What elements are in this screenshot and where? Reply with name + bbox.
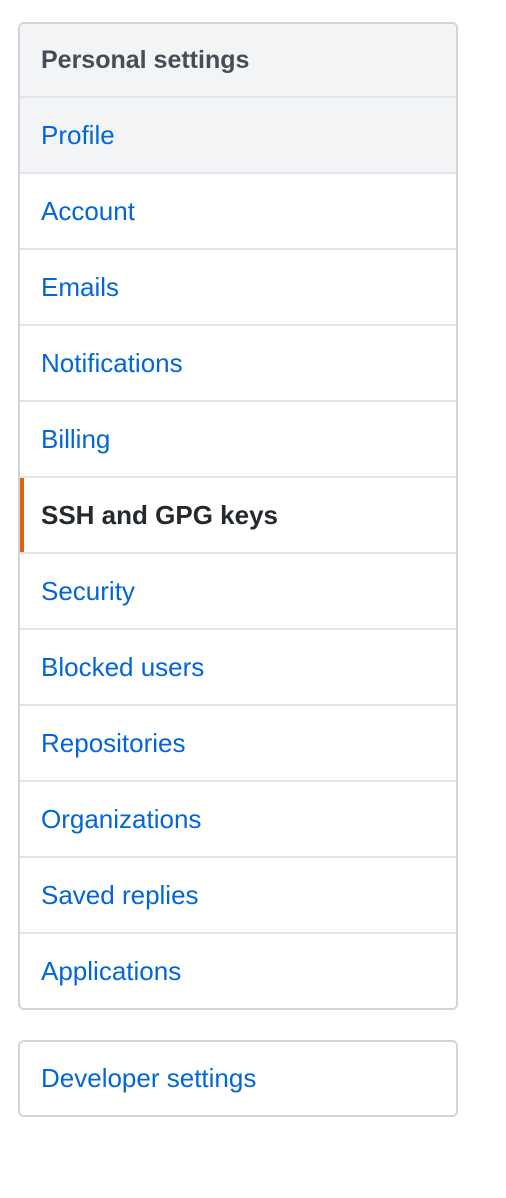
menu-item-emails[interactable]: Emails	[20, 250, 456, 326]
menu-item-repositories[interactable]: Repositories	[20, 706, 456, 782]
menu-item-profile[interactable]: Profile	[20, 98, 456, 174]
personal-settings-menu: Personal settings Profile Account Emails…	[18, 22, 458, 1010]
menu-item-account[interactable]: Account	[20, 174, 456, 250]
menu-heading: Personal settings	[20, 24, 456, 98]
menu-item-blocked-users[interactable]: Blocked users	[20, 630, 456, 706]
menu-item-developer-settings[interactable]: Developer settings	[20, 1042, 456, 1115]
menu-item-ssh-gpg-keys[interactable]: SSH and GPG keys	[20, 478, 456, 554]
menu-item-billing[interactable]: Billing	[20, 402, 456, 478]
developer-settings-menu: Developer settings	[18, 1040, 458, 1117]
menu-item-organizations[interactable]: Organizations	[20, 782, 456, 858]
menu-item-applications[interactable]: Applications	[20, 934, 456, 1008]
menu-item-saved-replies[interactable]: Saved replies	[20, 858, 456, 934]
menu-item-notifications[interactable]: Notifications	[20, 326, 456, 402]
menu-item-security[interactable]: Security	[20, 554, 456, 630]
